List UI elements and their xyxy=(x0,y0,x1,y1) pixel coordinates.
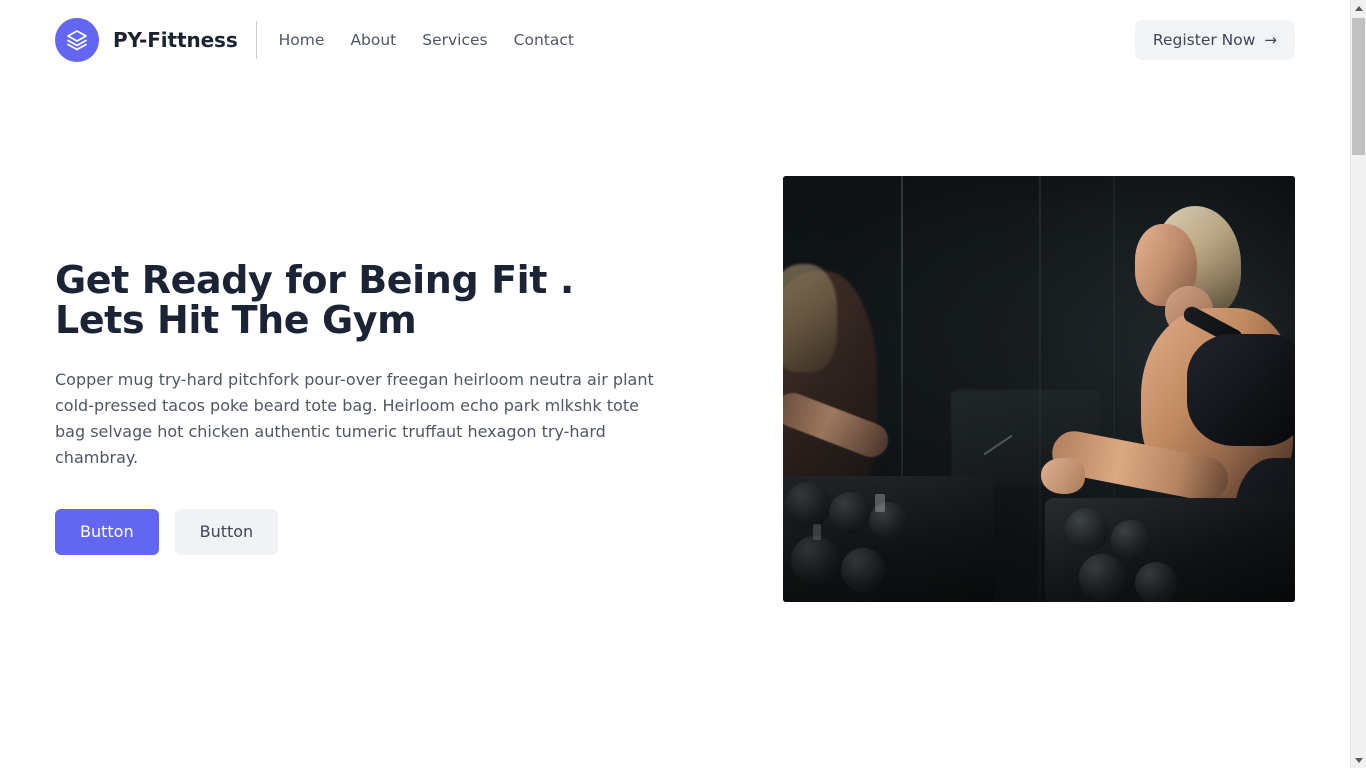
hero-copy: Get Ready for Being Fit . Lets Hit The G… xyxy=(55,260,675,555)
hero-section: Get Ready for Being Fit . Lets Hit The G… xyxy=(0,80,1350,768)
layers-stack-icon xyxy=(55,18,99,62)
hero-paragraph: Copper mug try-hard pitchfork pour-over … xyxy=(55,369,654,468)
register-now-label: Register Now xyxy=(1152,31,1256,49)
hero-primary-button[interactable]: Button xyxy=(55,509,159,555)
arrow-right-icon: → xyxy=(1264,30,1277,49)
main-nav: Home About Services Contact xyxy=(279,31,574,49)
hero-secondary-button[interactable]: Button xyxy=(174,509,279,555)
brand-name: PY-Fittness xyxy=(113,28,238,52)
nav-item-services[interactable]: Services xyxy=(422,31,487,49)
chevron-down-icon xyxy=(1354,757,1363,763)
vertical-scrollbar[interactable] xyxy=(1350,0,1366,768)
page-viewport: PY-Fittness Home About Services Contact … xyxy=(0,0,1350,768)
hero-title: Get Ready for Being Fit . Lets Hit The G… xyxy=(55,258,574,343)
site-header: PY-Fittness Home About Services Contact … xyxy=(0,0,1350,80)
scroll-down-button[interactable] xyxy=(1351,752,1366,768)
nav-item-about[interactable]: About xyxy=(350,31,396,49)
scroll-up-button[interactable] xyxy=(1351,0,1366,16)
photo-vignette xyxy=(783,176,1295,602)
hero-actions: Button Button xyxy=(55,509,675,555)
brand-logo-link[interactable]: PY-Fittness xyxy=(55,18,238,62)
chevron-up-icon xyxy=(1354,5,1363,11)
gym-photo xyxy=(783,176,1295,602)
nav-item-home[interactable]: Home xyxy=(279,31,325,49)
hero-image xyxy=(783,176,1295,602)
nav-item-contact[interactable]: Contact xyxy=(514,31,574,49)
scrollbar-thumb[interactable] xyxy=(1352,18,1365,155)
register-now-button[interactable]: Register Now → xyxy=(1134,20,1295,60)
header-divider xyxy=(255,21,257,59)
